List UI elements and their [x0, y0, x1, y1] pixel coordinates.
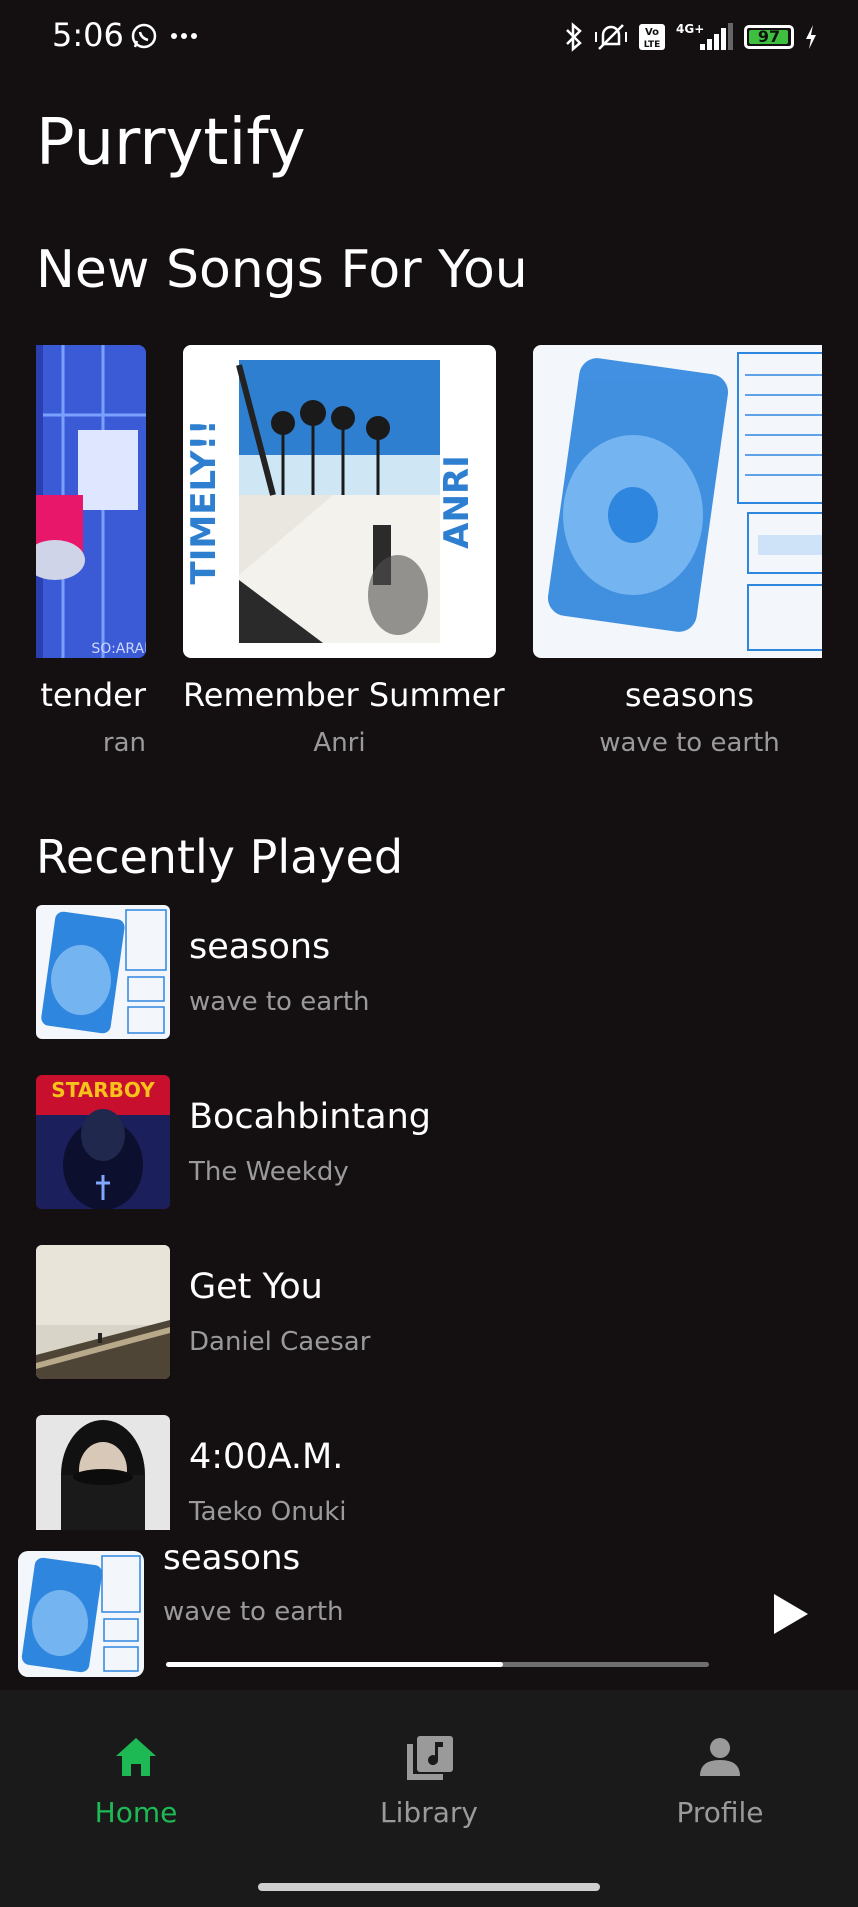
battery-icon: 97: [744, 25, 794, 49]
nav-library-label: Library: [380, 1796, 478, 1829]
more-notifications-icon: [171, 33, 197, 39]
muted-vibrate-icon: [595, 24, 627, 50]
song-artist: ran: [102, 728, 146, 758]
network-type: 4G+: [676, 22, 704, 36]
status-bar: 5:06 Vo LTE 4G+ 97: [0, 0, 858, 80]
song-title: Remember Summer: [183, 676, 505, 714]
app-title: Purrytify: [36, 106, 306, 180]
song-title: 4:00A.M.: [189, 1437, 344, 1477]
song-card[interactable]: seasons wave to earth: [533, 345, 822, 758]
album-cover: TIMELY!! ANRI: [183, 345, 496, 658]
home-icon: [116, 1738, 156, 1776]
song-title: seasons: [624, 676, 755, 714]
cover-text: SO:ARAN: [91, 641, 146, 657]
cover-text-left: TIMELY!!: [184, 420, 224, 585]
song-card[interactable]: SO:ARAN tender ran: [36, 345, 146, 758]
song-title: Get You: [189, 1267, 323, 1307]
whatsapp-icon: [131, 23, 157, 49]
recently-played-list: seasons wave to earth STARBOY Bocahbinta…: [36, 905, 822, 1530]
playback-progress-bar[interactable]: [166, 1662, 709, 1667]
charging-icon: [806, 25, 816, 49]
list-item[interactable]: 4:00A.M. Taeko Onuki: [36, 1415, 822, 1530]
song-title: Bocahbintang: [189, 1097, 431, 1137]
album-cover: SO:ARAN: [36, 345, 146, 658]
nav-home[interactable]: Home: [16, 1730, 256, 1829]
song-title: tender: [40, 676, 146, 714]
profile-icon: [700, 1738, 740, 1776]
new-songs-heading: New Songs For You: [36, 240, 528, 300]
list-item[interactable]: STARBOY Bocahbintang The Weekdy: [36, 1075, 822, 1210]
home-indicator: [258, 1883, 600, 1891]
now-playing-cover: [18, 1551, 144, 1677]
svg-text:LTE: LTE: [644, 40, 661, 50]
cover-text-right: ANRI: [437, 455, 477, 549]
svg-text:Vo: Vo: [645, 27, 659, 38]
playback-progress-fill: [166, 1662, 503, 1667]
album-cover: [533, 345, 822, 658]
bluetooth-icon: [566, 22, 582, 52]
nav-home-label: Home: [94, 1796, 178, 1829]
nav-library[interactable]: Library: [309, 1730, 549, 1829]
nav-profile[interactable]: Profile: [600, 1730, 840, 1829]
list-item[interactable]: seasons wave to earth: [36, 905, 822, 1040]
cover-text: STARBOY: [51, 1078, 155, 1102]
album-cover: STARBOY: [36, 1075, 170, 1209]
battery-percent: 97: [757, 27, 781, 46]
new-songs-carousel[interactable]: SO:ARAN tender ran TIMELY!! ANRI: [36, 345, 822, 775]
signal-icon: 4G+: [676, 22, 733, 50]
mini-player[interactable]: seasons wave to earth: [0, 1535, 858, 1690]
song-artist: Taeko Onuki: [189, 1497, 347, 1527]
bottom-navigation: Home Library Profile: [0, 1690, 858, 1907]
song-artist: Anri: [313, 728, 366, 758]
recently-played-heading: Recently Played: [36, 830, 404, 884]
song-artist: Daniel Caesar: [189, 1327, 371, 1357]
album-cover: [36, 1415, 170, 1530]
library-icon: [407, 1736, 453, 1780]
album-cover: [36, 905, 170, 1039]
song-title: seasons: [189, 927, 331, 967]
album-cover: [36, 1245, 170, 1379]
volte-icon: Vo LTE: [639, 24, 665, 50]
song-artist: The Weekdy: [189, 1157, 349, 1187]
now-playing-artist: wave to earth: [163, 1597, 344, 1627]
song-artist: wave to earth: [189, 987, 370, 1017]
status-time: 5:06: [52, 16, 124, 54]
song-artist: wave to earth: [599, 728, 780, 758]
play-icon[interactable]: [768, 1592, 812, 1636]
nav-profile-label: Profile: [676, 1796, 764, 1829]
song-card[interactable]: TIMELY!! ANRI Remember Summer Anri: [183, 345, 505, 758]
now-playing-title: seasons: [163, 1538, 301, 1578]
list-item[interactable]: Get You Daniel Caesar: [36, 1245, 822, 1380]
